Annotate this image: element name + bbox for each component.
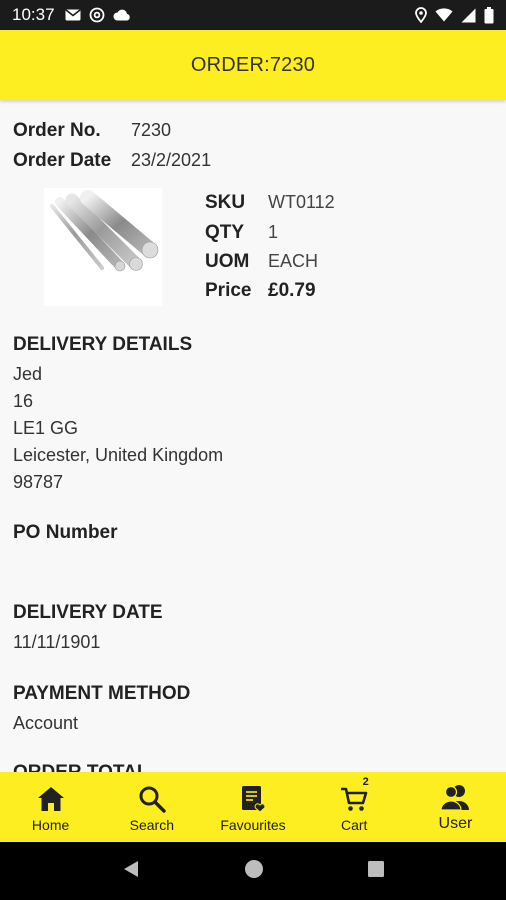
order-date-label: Order Date	[13, 150, 112, 171]
delivery-name: Jed	[13, 364, 43, 384]
mail-icon	[65, 9, 81, 21]
price-label: Price	[205, 280, 252, 301]
delivery-postcode: LE1 GG	[13, 418, 79, 438]
uom-label: UOM	[205, 251, 250, 272]
nav-user-label: User	[438, 815, 473, 832]
nav-search[interactable]: Search	[101, 772, 202, 842]
page-title: ORDER:7230	[190, 53, 316, 76]
recents-square-icon[interactable]	[367, 860, 385, 883]
back-icon[interactable]	[121, 859, 141, 884]
app-header: ORDER:7230	[0, 30, 506, 100]
price-row: Price £0.79	[205, 280, 316, 302]
payment-method-value: Account	[13, 713, 79, 733]
cellular-icon	[461, 8, 476, 23]
order-date-value: 23/2/2021	[131, 150, 212, 170]
order-details-content[interactable]: Order No. 7230 Order Date 23/2/2021 SKU …	[0, 100, 506, 772]
order-date-row: Order Date 23/2/2021	[13, 150, 211, 172]
nav-cart[interactable]: 2 Cart	[304, 772, 405, 842]
order-number-value: 7230	[131, 120, 172, 140]
user-icon	[439, 781, 471, 813]
notification-icons	[65, 7, 131, 23]
status-time: 10:37	[12, 5, 55, 24]
payment-method-title: PAYMENT METHOD	[13, 683, 191, 704]
sku-value: WT0112	[268, 192, 335, 212]
cart-count-badge: 2	[362, 776, 369, 788]
delivery-date-title: DELIVERY DATE	[13, 602, 163, 623]
status-bar: 10:37	[0, 0, 506, 30]
nav-user[interactable]: User	[405, 772, 506, 842]
system-navigation-bar	[0, 842, 506, 900]
system-status-icons	[415, 6, 494, 24]
favourites-icon	[239, 783, 267, 815]
location-icon	[415, 7, 427, 23]
nav-home-label: Home	[31, 817, 70, 833]
qty-label: QTY	[205, 222, 245, 243]
uom-value: EACH	[268, 251, 319, 271]
sku-row: SKU WT0112	[205, 192, 335, 214]
price-value: £0.79	[268, 280, 316, 301]
search-icon	[138, 783, 166, 815]
cloud-icon	[113, 9, 131, 21]
order-number-row: Order No. 7230	[13, 120, 171, 142]
order-total-title: ORDER TOTAL	[13, 762, 148, 772]
delivery-details-title: DELIVERY DETAILS	[13, 334, 193, 355]
wifi-icon	[435, 8, 453, 22]
nav-favourites-label: Favourites	[220, 817, 286, 833]
delivery-phone: 98787	[13, 472, 64, 492]
home-icon	[36, 783, 66, 815]
delivery-city-country: Leicester, United Kingdom	[13, 445, 224, 465]
steel-rods-image	[50, 190, 159, 272]
qty-row: QTY 1	[205, 222, 278, 244]
battery-icon	[484, 6, 494, 24]
bottom-navigation: Home Search Favourites 2 Cart User	[0, 772, 506, 842]
at-sign-icon	[89, 7, 105, 23]
home-circle-icon[interactable]	[243, 858, 265, 885]
nav-favourites[interactable]: Favourites	[202, 772, 303, 842]
sku-label: SKU	[205, 192, 246, 213]
nav-search-label: Search	[129, 817, 174, 833]
delivery-address-line-1: 16	[13, 391, 34, 411]
product-image	[44, 188, 162, 306]
po-number-title: PO Number	[13, 522, 118, 543]
nav-home[interactable]: Home	[0, 772, 101, 842]
nav-cart-label: Cart	[340, 817, 368, 833]
uom-row: UOM EACH	[205, 251, 318, 273]
order-number-label: Order No.	[13, 120, 101, 141]
qty-value: 1	[268, 222, 279, 242]
delivery-date-value: 11/11/1901	[13, 632, 101, 652]
